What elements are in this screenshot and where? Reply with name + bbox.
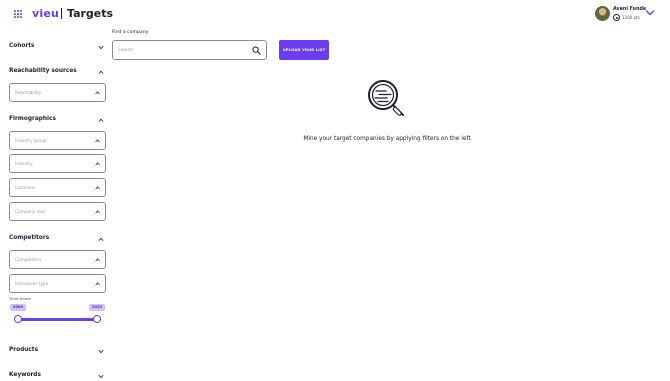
section-label: Products — [9, 347, 39, 353]
search-icon[interactable] — [252, 46, 261, 55]
chevron-up-icon — [98, 237, 104, 241]
app-logo[interactable]: vieu — [32, 7, 59, 20]
chevron-down-icon — [98, 45, 104, 49]
chevron-up-icon — [95, 210, 100, 214]
time-frame-label: Time frame — [9, 296, 31, 301]
empty-state-message: Mine your target companies by applying f… — [303, 136, 471, 142]
section-label: Cohorts — [9, 43, 35, 49]
apps-grid-icon[interactable] — [14, 10, 22, 18]
industry-group-select[interactable]: Industry group — [9, 131, 106, 150]
chevron-up-icon — [95, 139, 100, 143]
empty-state-magnifier-icon — [368, 80, 404, 116]
upload-list-button[interactable]: UPLOAD YOUR LIST — [279, 40, 329, 60]
section-firmographics[interactable]: Firmographics — [9, 116, 104, 126]
section-keywords[interactable]: Keywords — [9, 372, 104, 381]
select-placeholder: Company size — [15, 209, 46, 215]
chevron-up-icon — [95, 282, 100, 286]
section-label: Reachability sources — [9, 68, 77, 74]
competitors-select[interactable]: Competitors — [9, 250, 106, 269]
header-divider — [61, 8, 62, 19]
industry-select[interactable]: Industry — [9, 154, 106, 173]
time-frame-start-badge: 2000 — [10, 304, 26, 311]
company-size-select[interactable]: Company size — [9, 202, 106, 221]
chevron-up-icon — [98, 70, 104, 74]
select-placeholder: Industry group — [15, 138, 47, 144]
select-placeholder: Reachability — [15, 90, 42, 96]
page-title: Targets — [67, 6, 114, 20]
chevron-up-icon — [95, 186, 100, 190]
introducer-type-select[interactable]: Introducer type — [9, 274, 106, 293]
select-placeholder: Competitors — [15, 257, 42, 263]
chevron-up-icon — [95, 162, 100, 166]
time-frame-slider-track[interactable] — [18, 317, 97, 321]
section-label: Competitors — [9, 235, 50, 241]
section-cohorts[interactable]: Cohorts — [9, 43, 104, 53]
time-frame-end-badge: 2023 — [89, 304, 105, 311]
user-name: Avani Funde — [613, 6, 647, 12]
search-input[interactable] — [118, 46, 248, 55]
section-reachability-sources[interactable]: Reachability sources — [9, 68, 104, 78]
top-bar: vieu Targets Avani Funde 1200 pts — [0, 0, 670, 30]
company-search-box[interactable] — [112, 40, 267, 60]
find-company-label: Find a company — [112, 30, 149, 35]
select-placeholder: Locations — [15, 185, 36, 191]
section-competitors[interactable]: Competitors — [9, 235, 104, 245]
section-label: Keywords — [9, 372, 41, 378]
chevron-up-icon — [95, 258, 100, 262]
select-placeholder: Industry — [15, 161, 33, 167]
avatar[interactable] — [595, 6, 610, 21]
section-label: Firmographics — [9, 116, 56, 122]
chevron-up-icon — [95, 91, 100, 95]
points-icon — [613, 14, 620, 21]
section-products[interactable]: Products — [9, 347, 104, 357]
select-placeholder: Introducer type — [15, 281, 49, 287]
locations-select[interactable]: Locations — [9, 178, 106, 197]
reachability-select[interactable]: Reachability — [9, 83, 106, 102]
chevron-up-icon — [98, 118, 104, 122]
user-points: 1200 pts — [622, 15, 640, 20]
time-frame-start-handle[interactable] — [14, 314, 22, 323]
chevron-down-icon[interactable] — [645, 9, 655, 17]
time-frame-end-handle[interactable] — [93, 314, 101, 323]
chevron-down-icon — [98, 349, 104, 353]
chevron-down-icon — [98, 374, 104, 378]
